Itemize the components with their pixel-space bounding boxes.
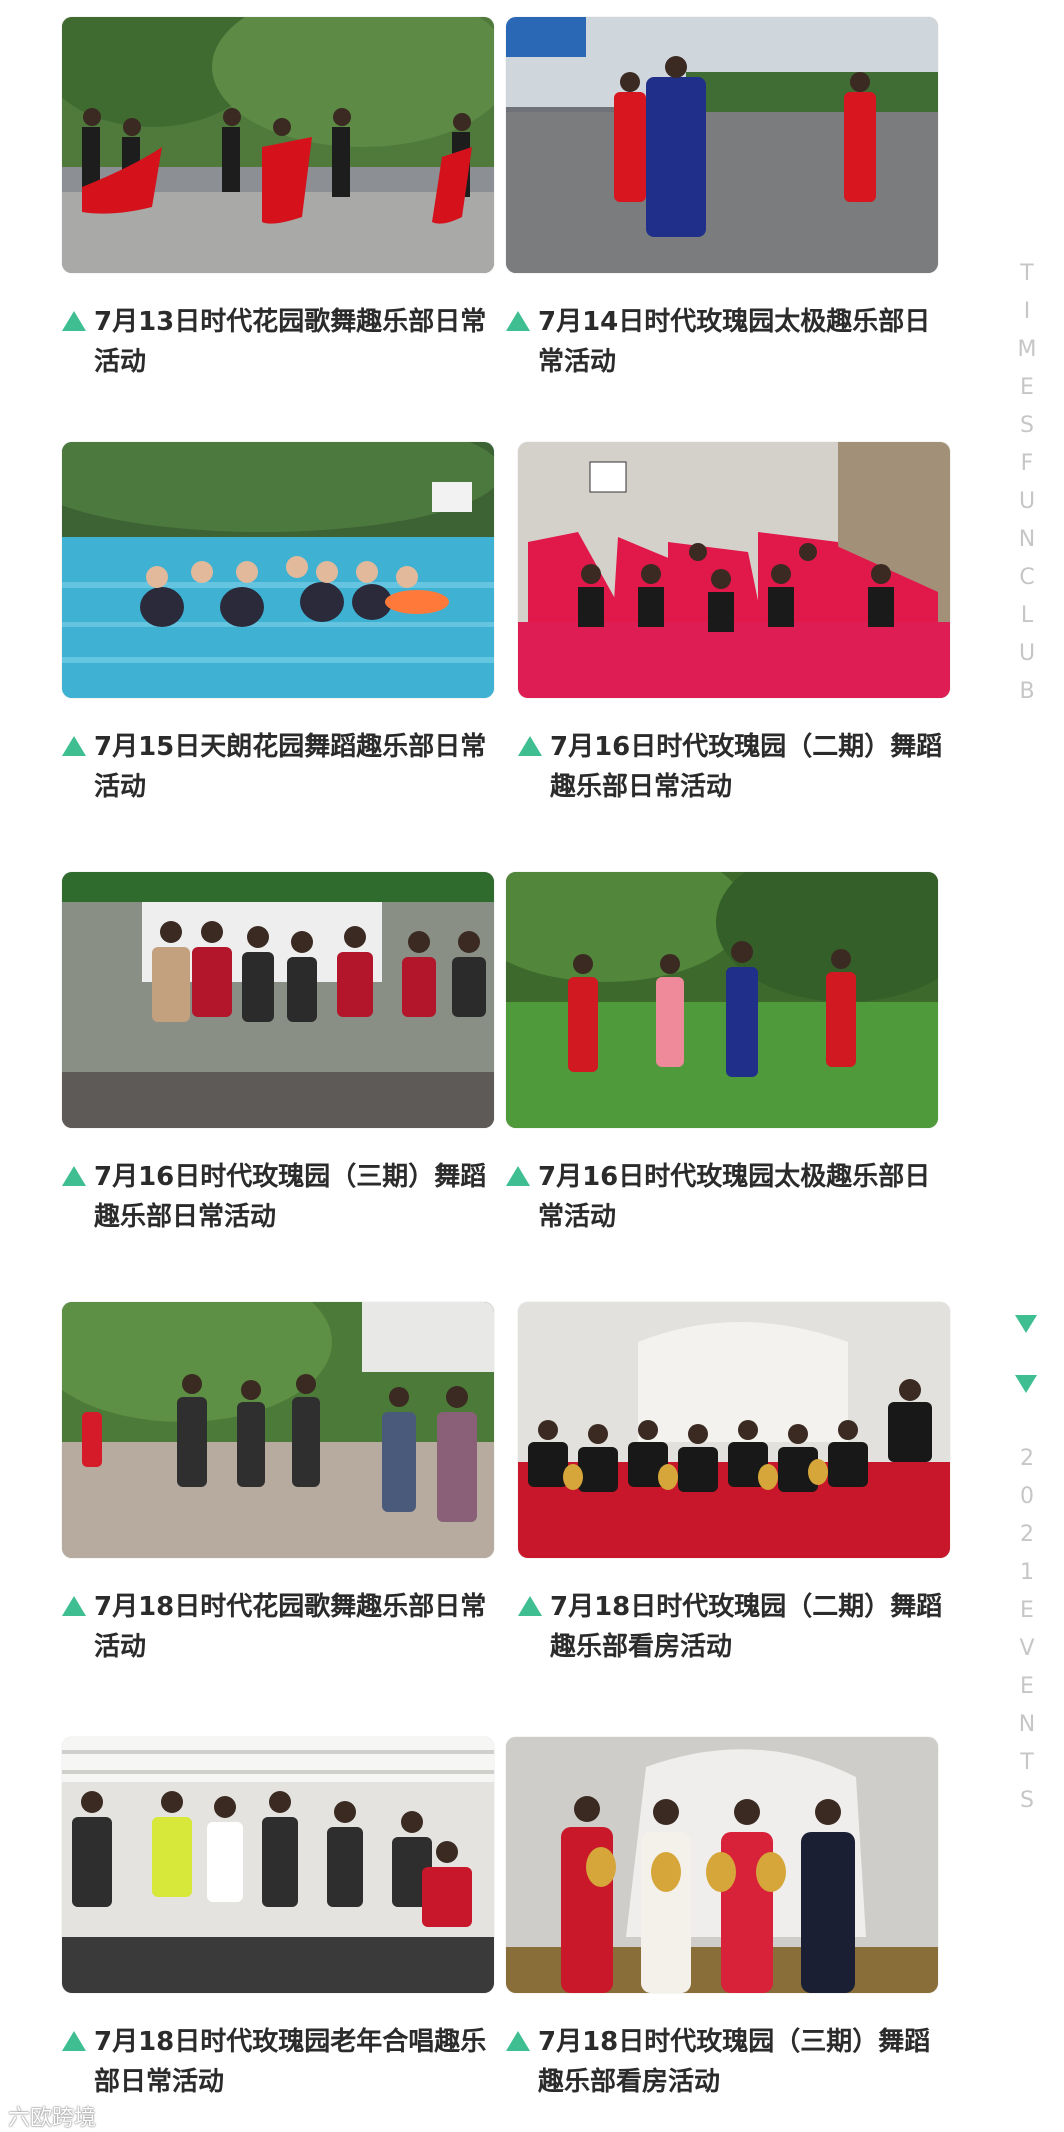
side-letter: U <box>1018 489 1036 514</box>
side-letter: F <box>1020 451 1034 476</box>
side-letter: V <box>1019 1636 1035 1661</box>
side-letter: I <box>1023 299 1031 324</box>
side-letter: 1 <box>1020 1560 1034 1585</box>
event-caption-3[interactable]: 7月15日天朗花园舞蹈趣乐部日常活动 <box>62 727 492 807</box>
side-letter: T <box>1020 261 1034 286</box>
triangle-bullet-icon <box>62 1596 86 1616</box>
event-photo-3[interactable] <box>62 442 494 698</box>
event-caption-7[interactable]: 7月18日时代花园歌舞趣乐部日常活动 <box>62 1587 492 1667</box>
event-photo-6[interactable] <box>506 872 938 1128</box>
event-caption-5[interactable]: 7月16日时代玫瑰园（三期）舞蹈趣乐部日常活动 <box>62 1157 492 1237</box>
event-photo-5[interactable] <box>62 872 494 1128</box>
triangle-bullet-icon <box>518 736 542 756</box>
event-photo-10[interactable] <box>506 1737 938 1993</box>
triangle-bullet-icon <box>518 1596 542 1616</box>
chevron-down-icon <box>1015 1315 1037 1333</box>
triangle-bullet-icon <box>62 311 86 331</box>
side-letter: E <box>1020 375 1034 400</box>
event-photo-4[interactable] <box>518 442 950 698</box>
side-letter: 2 <box>1020 1446 1034 1471</box>
side-text-timesfunclub: TIMESFUNCLUB <box>1012 255 1042 711</box>
event-photo-9[interactable] <box>62 1737 494 1993</box>
event-caption-2[interactable]: 7月14日时代玫瑰园太极趣乐部日常活动 <box>506 302 936 382</box>
event-caption-9[interactable]: 7月18日时代玫瑰园老年合唱趣乐部日常活动 <box>62 2022 492 2102</box>
chevron-down-icon <box>1015 1375 1037 1393</box>
triangle-bullet-icon <box>62 1166 86 1186</box>
side-letter: E <box>1020 1598 1034 1623</box>
side-letter: N <box>1018 527 1036 552</box>
event-caption-1[interactable]: 7月13日时代花园歌舞趣乐部日常活动 <box>62 302 492 382</box>
triangle-bullet-icon <box>62 2031 86 2051</box>
triangle-bullet-icon <box>506 2031 530 2051</box>
side-letter: B <box>1019 679 1035 704</box>
event-caption-4[interactable]: 7月16日时代玫瑰园（二期）舞蹈趣乐部日常活动 <box>518 727 948 807</box>
side-text-2021events: 2021EVENTS <box>1012 1440 1042 1820</box>
event-photo-2[interactable] <box>506 17 938 273</box>
side-letter: T <box>1020 1750 1034 1775</box>
side-letter: 2 <box>1020 1522 1034 1547</box>
event-photo-7[interactable] <box>62 1302 494 1558</box>
event-caption-10[interactable]: 7月18日时代玫瑰园（三期）舞蹈趣乐部看房活动 <box>506 2022 936 2102</box>
watermark: 六欧跨境 <box>8 2106 97 2131</box>
triangle-bullet-icon <box>62 736 86 756</box>
side-letter: E <box>1020 1674 1034 1699</box>
side-letter: S <box>1020 413 1034 438</box>
side-letter: 0 <box>1020 1484 1034 1509</box>
triangle-bullet-icon <box>506 1166 530 1186</box>
event-caption-6[interactable]: 7月16日时代玫瑰园太极趣乐部日常活动 <box>506 1157 936 1237</box>
event-photo-1[interactable] <box>62 17 494 273</box>
event-caption-8[interactable]: 7月18日时代玫瑰园（二期）舞蹈趣乐部看房活动 <box>518 1587 948 1667</box>
side-letter: M <box>1017 337 1037 362</box>
side-letter: C <box>1019 565 1035 590</box>
side-letter: S <box>1020 1788 1034 1813</box>
triangle-bullet-icon <box>506 311 530 331</box>
side-letter: N <box>1018 1712 1036 1737</box>
event-photo-8[interactable] <box>518 1302 950 1558</box>
side-letter: L <box>1020 603 1034 628</box>
side-letter: U <box>1018 641 1036 666</box>
